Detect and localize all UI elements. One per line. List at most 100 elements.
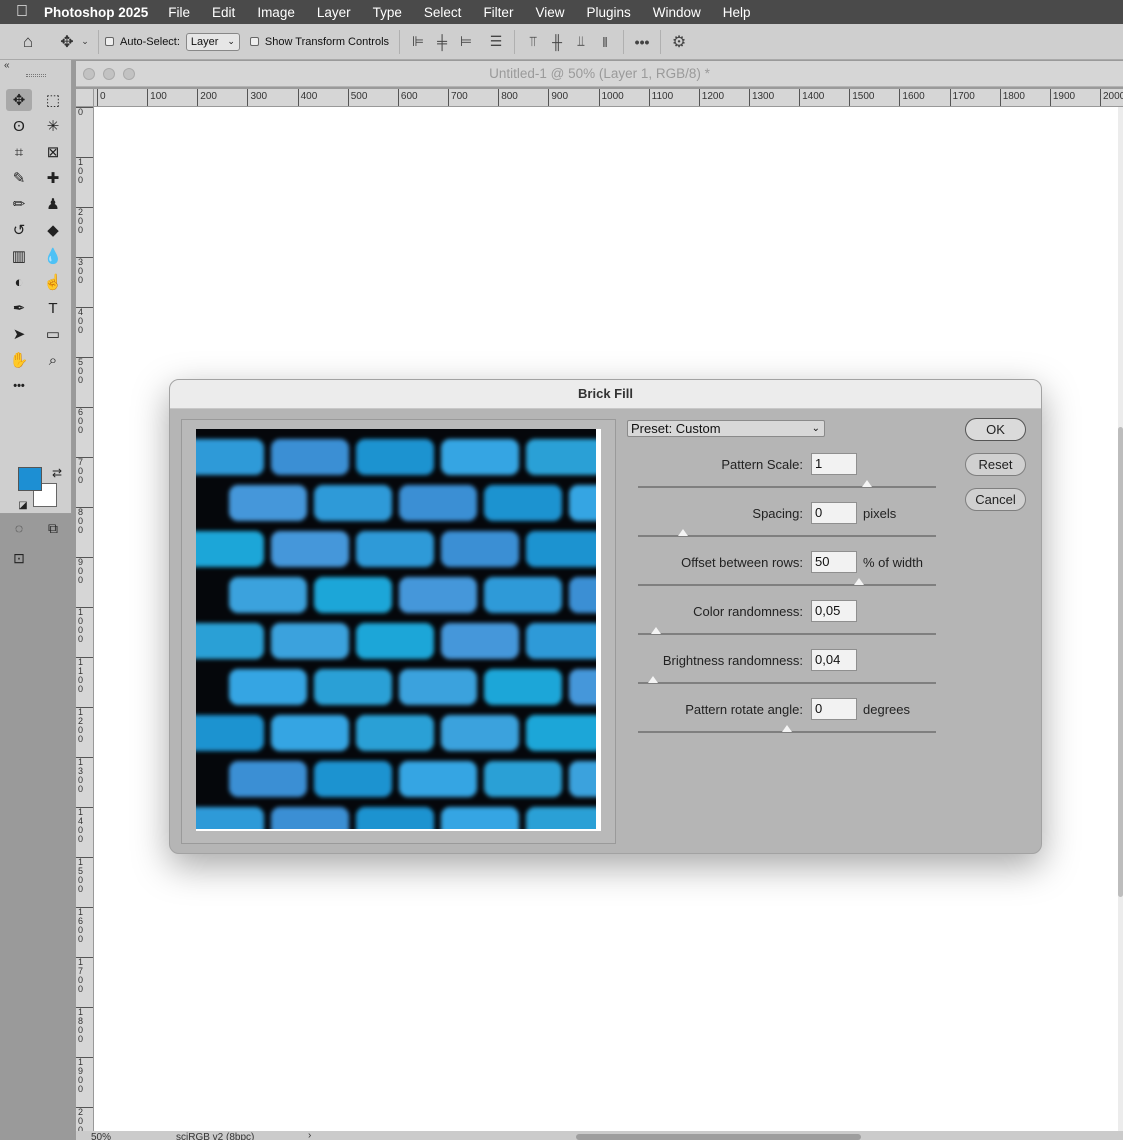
more-tools-icon[interactable]: ••• [6,375,32,397]
horizontal-ruler[interactable]: 0 100 200 300 400 500 600 700 800 900 1000 1100 1200… [94,89,1123,107]
preset-dropdown[interactable]: Preset: Custom ⌄ [627,420,825,437]
marquee-icon[interactable]: ⬚ [40,89,66,111]
menu-edit[interactable]: Edit [212,5,235,20]
eraser-icon[interactable]: ◆ [40,219,66,241]
default-colors-icon[interactable]: ◪ [10,494,36,516]
dodge-icon[interactable]: ◐ [6,271,32,293]
align-top-icon[interactable]: ⫪ [521,33,545,50]
color-randomness-label: Color randomness: [693,604,803,619]
more-options-icon[interactable]: ••• [630,34,654,50]
menu-image[interactable]: Image [257,5,295,20]
auto-select-checkbox[interactable] [105,37,114,46]
ruler-tick-label: 5 0 0 [78,357,84,385]
ruler-tick-label: 1800 [999,89,1025,106]
align-center-icon[interactable]: ╪ [430,34,454,50]
rectangle-icon[interactable]: ▭ [40,323,66,345]
align-middle-icon[interactable]: ╫ [545,34,569,50]
rotate-angle-input[interactable]: 0 [811,698,857,720]
slider-knob[interactable] [647,676,658,683]
pattern-preview[interactable] [196,429,601,831]
chevron-right-icon[interactable]: › [308,1131,311,1140]
pattern-scale-input[interactable]: 1 [811,453,857,475]
gradient-icon[interactable]: ▥ [6,245,32,267]
distribute-icon[interactable]: ☰ [484,33,508,50]
apple-icon[interactable]:  [0,3,44,21]
brush-icon[interactable]: ✏ [6,193,32,215]
menu-filter[interactable]: Filter [483,5,513,20]
reset-button[interactable]: Reset [965,453,1026,476]
slider-knob[interactable] [677,529,688,536]
generative-icon[interactable]: ⊡ [6,547,32,569]
zoom-icon[interactable]: ⌕ [40,349,66,371]
rotate-angle-slider[interactable] [638,725,936,733]
ruler-tick-label: 100 [147,89,167,106]
ok-button[interactable]: OK [965,418,1026,441]
slider-knob[interactable] [782,725,792,732]
cancel-button[interactable]: Cancel [965,488,1026,511]
type-icon[interactable]: T [40,297,66,319]
ruler-tick: 1 6 0 0 [76,907,93,944]
slider-knob[interactable] [853,578,864,585]
quick-mask-icon[interactable]: ◌ [6,517,32,539]
screen-mode-icon[interactable]: ⧉ [40,517,66,539]
slider-knob[interactable] [862,480,873,487]
foreground-color-swatch[interactable] [18,467,42,491]
menu-layer[interactable]: Layer [317,5,351,20]
stamp-icon[interactable]: ♟ [40,193,66,215]
menu-file[interactable]: File [168,5,190,20]
divider [514,29,516,54]
crop-icon[interactable]: ⌗ [6,141,32,163]
ruler-origin[interactable] [76,89,94,107]
gear-icon[interactable]: ⚙ [667,32,691,52]
offset-rows-input[interactable]: 50 [811,551,857,573]
tool-preset-chevron-icon[interactable]: ⌄ [78,30,92,54]
hand-icon[interactable]: ✋ [6,349,32,371]
vertical-ruler[interactable]: 0 1 0 0 2 0 0 3 0 0 4 0 0 5 0 0 6 0 0 7 0 0 8 0 … [76,107,94,1140]
auto-select-dropdown[interactable]: Layer ⌄ [185,32,240,51]
magic-wand-icon[interactable]: ✳ [40,115,66,137]
brightness-randomness-slider[interactable] [638,676,936,684]
spacing-slider[interactable] [638,529,936,537]
slider-knob[interactable] [650,627,661,634]
vertical-scrollbar[interactable] [1118,107,1123,1140]
swap-colors-icon[interactable]: ⇄ [44,462,70,484]
app-name-menu[interactable]: Photoshop 2025 [44,5,148,20]
history-brush-icon[interactable]: ↺ [6,219,32,241]
healing-brush-icon[interactable]: ✚ [40,167,66,189]
lasso-icon[interactable]: ʘ [6,115,32,137]
smudge-icon[interactable]: ☝ [40,271,66,293]
menu-plugins[interactable]: Plugins [586,5,630,20]
offset-rows-slider[interactable] [638,578,936,586]
scroll-thumb[interactable] [1118,427,1123,897]
align-bottom-icon[interactable]: ⫫ [569,33,593,50]
menu-select[interactable]: Select [424,5,462,20]
brightness-randomness-input[interactable]: 0,04 [811,649,857,671]
color-randomness-input[interactable]: 0,05 [811,600,857,622]
panel-grip[interactable] [26,74,46,77]
pattern-scale-slider[interactable] [638,480,936,488]
eyedropper-icon[interactable]: ✎ [6,167,32,189]
color-randomness-slider[interactable] [638,627,936,635]
menu-type[interactable]: Type [373,5,402,20]
blur-icon[interactable]: 💧 [40,245,66,267]
move-tool-icon[interactable]: ✥ [56,30,78,54]
show-transform-checkbox[interactable] [249,37,259,46]
frame-icon[interactable]: ⊠ [40,141,66,163]
align-left-icon[interactable]: ⊫ [406,33,430,50]
brick [229,761,307,797]
move-icon[interactable]: ✥ [6,89,32,111]
zoom-level[interactable]: 50% [91,1132,111,1140]
menu-help[interactable]: Help [723,5,751,20]
path-selection-icon[interactable]: ➤ [6,323,32,345]
align-right-icon[interactable]: ⊨ [454,33,478,50]
spacing-input[interactable]: 0 [811,502,857,524]
pen-icon[interactable]: ✒ [6,297,32,319]
ruler-tick: 3 0 0 [76,257,93,285]
collapse-panel-icon[interactable]: « [4,60,10,71]
ruler-tick: 4 0 0 [76,307,93,335]
menu-view[interactable]: View [535,5,564,20]
distribute-vertical-icon[interactable]: ‖ [593,34,617,50]
horizontal-scroll-thumb[interactable] [576,1134,861,1140]
home-icon[interactable]: ⌂ [0,30,56,54]
menu-window[interactable]: Window [653,5,701,20]
